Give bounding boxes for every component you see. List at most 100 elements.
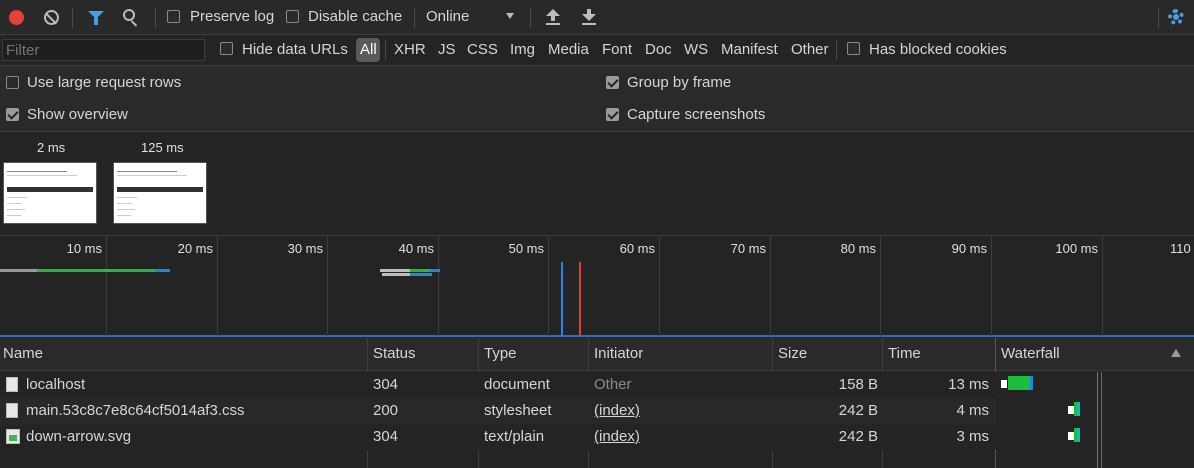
document-file-icon (6, 377, 18, 392)
filter-type-css[interactable]: CSS (467, 41, 498, 58)
overview-gridline (106, 236, 107, 336)
hide-data-urls-checkbox[interactable] (220, 42, 233, 55)
screenshot-time: 125 ms (141, 140, 184, 155)
request-size: 242 B (838, 402, 878, 419)
overview-bar-waiting (410, 269, 430, 272)
group-by-frame-label: Group by frame (627, 74, 732, 91)
overview-gridline (438, 236, 439, 336)
overview-tick-label: 100 ms (1055, 241, 1098, 256)
clear-icon[interactable] (44, 10, 59, 25)
overview-gridline (770, 236, 771, 336)
large-rows-checkbox[interactable] (6, 76, 19, 89)
waterfall-bar-download (1077, 402, 1080, 416)
screenshot-thumbnail[interactable] (113, 162, 207, 224)
toolbar-separator (414, 8, 415, 28)
column-header-status[interactable]: Status (373, 345, 416, 362)
screenshot-thumbnail[interactable] (3, 162, 97, 224)
export-icon[interactable] (582, 9, 596, 26)
waterfall-load-line (1101, 372, 1102, 468)
overview-bar-download (430, 269, 440, 272)
capture-screenshots-checkbox[interactable] (606, 108, 619, 121)
column-header-waterfall[interactable]: Waterfall (1001, 345, 1060, 362)
overview-tick-label: 20 ms (177, 241, 213, 256)
sort-arrow-icon[interactable] (1171, 349, 1181, 357)
disable-cache-label: Disable cache (308, 8, 403, 25)
column-header-time[interactable]: Time (888, 345, 921, 362)
request-name[interactable]: localhost (26, 376, 85, 393)
overview-tick-label: 40 ms (398, 241, 434, 256)
filter-type-media[interactable]: Media (548, 41, 589, 58)
request-status: 200 (373, 402, 399, 419)
request-name[interactable]: main.53c8c7e8c64cf5014af3.css (26, 402, 244, 419)
overview-tick-label: 110 (1170, 241, 1191, 256)
image-file-icon (6, 429, 20, 444)
group-by-frame-checkbox[interactable] (606, 76, 619, 89)
throttling-select[interactable]: Online (426, 8, 469, 25)
toolbar-separator (1158, 8, 1159, 28)
request-time: 3 ms (956, 428, 989, 445)
toolbar-separator (155, 8, 156, 28)
request-initiator-link[interactable]: (index) (594, 402, 640, 419)
overview-tick-label: 80 ms (840, 241, 876, 256)
request-time: 4 ms (956, 402, 989, 419)
filter-type-img[interactable]: Img (510, 41, 535, 58)
overview-tick-label: 50 ms (508, 241, 544, 256)
toolbar-separator (72, 8, 73, 28)
request-initiator-link[interactable]: (index) (594, 428, 640, 445)
preserve-log-label: Preserve log (190, 8, 275, 25)
overview-bar-download (410, 273, 432, 276)
dropdown-icon[interactable] (506, 13, 514, 19)
request-type: text/plain (484, 428, 545, 445)
request-size: 158 B (838, 376, 878, 393)
column-header-size[interactable]: Size (778, 345, 807, 362)
preserve-log-checkbox[interactable] (167, 10, 180, 23)
show-overview-checkbox[interactable] (6, 108, 19, 121)
overview-bar-waiting (37, 269, 155, 272)
has-blocked-cookies-label: Has blocked cookies (869, 41, 1007, 58)
overview-gridline (217, 236, 218, 336)
column-header-name[interactable]: Name (3, 345, 43, 362)
disable-cache-checkbox[interactable] (286, 10, 299, 23)
hide-data-urls-label: Hide data URLs (242, 41, 348, 58)
waterfall-bar-waiting (1008, 376, 1030, 390)
toolbar-separator (530, 8, 531, 28)
filter-type-ws[interactable]: WS (684, 41, 708, 58)
overview-tick-label: 70 ms (730, 241, 766, 256)
filter-type-xhr[interactable]: XHR (394, 41, 426, 58)
overview-bar-download (155, 269, 170, 272)
overview-tick-label: 60 ms (619, 241, 655, 256)
overview-gridline (991, 236, 992, 336)
load-event-marker (579, 262, 581, 336)
overview-tick-label: 90 ms (951, 241, 987, 256)
waterfall-dom-content-loaded-line (1097, 372, 1098, 468)
overview-gridline (548, 236, 549, 336)
settings-gear-icon[interactable] (1168, 9, 1184, 25)
overview-tick-label: 10 ms (66, 241, 102, 256)
filter-type-js[interactable]: JS (438, 41, 456, 58)
import-icon[interactable] (546, 9, 560, 26)
request-status: 304 (373, 428, 399, 445)
capture-screenshots-label: Capture screenshots (627, 106, 766, 123)
filter-type-doc[interactable]: Doc (645, 41, 672, 58)
overview-gridline (880, 236, 881, 336)
request-size: 242 B (838, 428, 878, 445)
request-initiator: Other (594, 376, 632, 393)
filter-type-font[interactable]: Font (602, 41, 632, 58)
waterfall-bar-download (1030, 376, 1033, 390)
filter-type-other[interactable]: Other (791, 41, 829, 58)
search-icon[interactable] (123, 9, 135, 21)
waterfall-bar-download (1077, 428, 1080, 442)
request-time: 13 ms (948, 376, 989, 393)
record-icon[interactable] (9, 10, 24, 25)
show-overview-label: Show overview (27, 106, 128, 123)
filter-type-manifest[interactable]: Manifest (721, 41, 778, 58)
filter-input[interactable] (2, 39, 205, 61)
column-header-type[interactable]: Type (484, 345, 517, 362)
document-file-icon (6, 403, 18, 418)
overview-gridline (327, 236, 328, 336)
has-blocked-cookies-checkbox[interactable] (847, 42, 860, 55)
filter-type-all-label: All (360, 41, 377, 58)
column-header-initiator[interactable]: Initiator (594, 345, 643, 362)
request-name[interactable]: down-arrow.svg (26, 428, 131, 445)
overview-tick-label: 30 ms (287, 241, 323, 256)
